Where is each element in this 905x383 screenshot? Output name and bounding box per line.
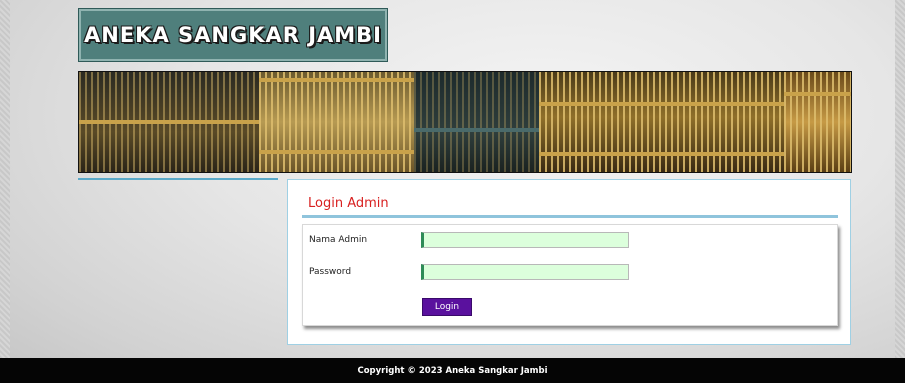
title-underline (302, 215, 838, 218)
site-title: ANEKA SANGKAR JAMBI (84, 23, 382, 47)
footer-copyright: Copyright © 2023 Aneka Sangkar Jambi (357, 365, 548, 376)
header-banner-image (78, 71, 852, 173)
login-form: Nama Admin Password Login (302, 224, 838, 326)
banner-cage-3 (414, 72, 539, 172)
banner-cage-4 (539, 72, 784, 172)
login-panel-title: Login Admin (308, 196, 389, 211)
password-label: Password (309, 267, 352, 277)
right-edge-texture (895, 0, 905, 358)
login-panel: Login Admin Nama Admin Password Login (287, 179, 851, 345)
banner-cage-5 (784, 72, 851, 172)
admin-name-label: Nama Admin (309, 235, 368, 245)
admin-name-input[interactable] (421, 232, 629, 248)
password-input[interactable] (421, 264, 629, 280)
login-button[interactable]: Login (422, 298, 472, 316)
footer: Copyright © 2023 Aneka Sangkar Jambi (0, 358, 905, 383)
sidebar-divider (78, 178, 278, 180)
banner-cage-2 (259, 72, 414, 172)
banner-cage-1 (79, 72, 259, 172)
site-logo[interactable]: ANEKA SANGKAR JAMBI (78, 8, 388, 62)
left-edge-texture (0, 0, 10, 358)
